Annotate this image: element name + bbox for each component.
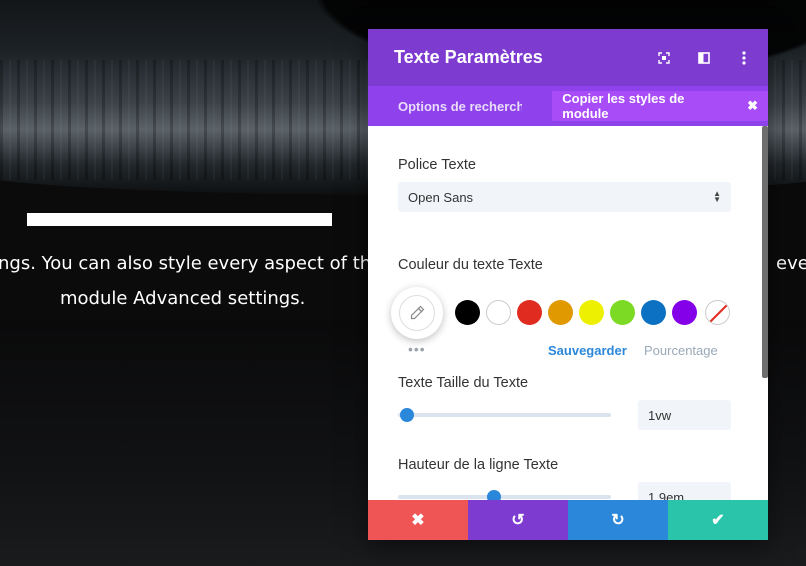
more-colors-icon[interactable]: ••• — [408, 341, 426, 357]
line-height-slider[interactable] — [398, 490, 611, 500]
redo-button[interactable]: ↻ — [568, 500, 668, 540]
color-swatch[interactable] — [517, 300, 542, 325]
color-swatch[interactable] — [641, 300, 666, 325]
close-icon[interactable]: ✖ — [747, 98, 758, 114]
tab-copy-module-styles[interactable]: Copier les styles de module ✖ — [552, 91, 768, 121]
select-arrows-icon: ▲ ▼ — [713, 189, 721, 204]
percentage-link[interactable]: Pourcentage — [644, 343, 718, 358]
text-size-slider[interactable] — [398, 408, 611, 422]
undo-icon: ↺ — [511, 512, 525, 529]
text-color-label: Couleur du texte Texte — [398, 257, 543, 273]
text-size-slider-handle[interactable] — [399, 408, 414, 422]
color-swatch[interactable] — [455, 300, 480, 325]
font-select[interactable]: Open Sans ▲ ▼ — [398, 182, 731, 212]
columns-icon[interactable] — [694, 48, 714, 68]
undo-button[interactable]: ↺ — [468, 500, 568, 540]
header-icons — [634, 48, 754, 68]
color-swatch[interactable] — [486, 300, 511, 325]
line-height-slider-handle[interactable] — [486, 490, 501, 500]
text-size-input[interactable]: 1vw — [638, 400, 731, 430]
redo-icon: ↻ — [611, 512, 625, 529]
line-height-value: 1.9em — [648, 489, 685, 501]
save-color-link[interactable]: Sauvegarder — [548, 343, 627, 358]
no-color-swatch[interactable] — [705, 300, 730, 325]
cancel-button[interactable]: ✖ — [368, 500, 468, 540]
body-text-line-1-right: even — [776, 253, 806, 274]
line-height-input[interactable]: 1.9em — [638, 482, 731, 500]
text-size-value: 1vw — [648, 407, 672, 423]
eyedropper-icon — [399, 295, 435, 331]
more-vertical-icon[interactable] — [734, 48, 754, 68]
panel-title: Texte Paramètres — [394, 47, 543, 67]
color-swatch[interactable] — [610, 300, 635, 325]
close-icon: ✖ — [411, 512, 425, 529]
panel-tabs: Options de recherche Copier les styles d… — [368, 86, 768, 126]
line-height-label: Hauteur de la ligne Texte — [398, 457, 559, 473]
color-swatch[interactable] — [672, 300, 697, 325]
tab-search-options[interactable]: Options de recherche — [368, 99, 522, 114]
color-swatch[interactable] — [548, 300, 573, 325]
text-size-label: Texte Taille du Texte — [398, 375, 529, 391]
font-select-value: Open Sans — [408, 189, 474, 205]
panel-header: Texte Paramètres — [368, 29, 768, 86]
panel-body: Police Texte Open Sans ▲ ▼ Couleur du tex… — [368, 126, 768, 500]
divider-bar — [27, 213, 332, 226]
settings-panel: Texte Paramètres Options de recherche Co… — [368, 29, 768, 540]
color-swatch[interactable] — [579, 300, 604, 325]
panel-scrollbar[interactable] — [762, 126, 768, 378]
check-icon: ✔ — [711, 512, 725, 529]
fullscreen-icon[interactable] — [654, 48, 674, 68]
tab-copy-module-styles-label: Copier les styles de module — [562, 91, 685, 121]
color-picker-button[interactable] — [391, 287, 443, 339]
panel-footer: ✖ ↺ ↻ ✔ — [368, 500, 768, 540]
save-button[interactable]: ✔ — [668, 500, 768, 540]
font-label: Police Texte — [398, 157, 476, 173]
